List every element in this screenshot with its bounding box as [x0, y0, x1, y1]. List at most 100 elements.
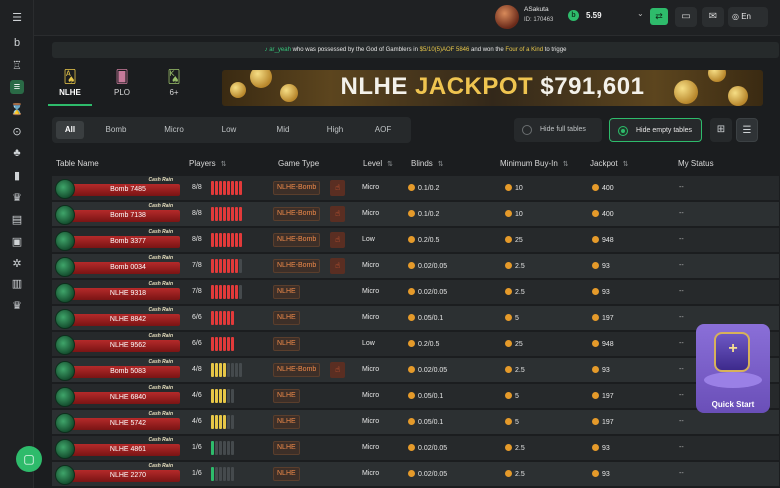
table-name-cell[interactable]: NLHE 4861 Cash Rain: [54, 437, 181, 459]
mail-button[interactable]: ✉: [702, 7, 724, 27]
wheel-icon[interactable]: ✲: [10, 256, 24, 270]
filter-all[interactable]: All: [56, 121, 84, 139]
language-button[interactable]: ◎ En: [728, 7, 768, 27]
gift-icon[interactable]: ▣: [10, 234, 24, 248]
sort-icon[interactable]: ⇅: [563, 161, 569, 168]
filter-mid[interactable]: Mid: [266, 121, 300, 139]
col-players[interactable]: Players ⇅: [189, 159, 227, 168]
col-level[interactable]: Level ⇅: [363, 159, 393, 168]
table-name: Bomb 7138: [70, 210, 180, 222]
book-icon[interactable]: ▤: [10, 212, 24, 226]
table-row[interactable]: Bomb 3377 Cash Rain 8/8 NLHE-Bomb ☝ Low 0.2/0.…: [52, 228, 779, 252]
tab-6plus[interactable]: 🂮 6+: [152, 69, 196, 101]
table-name-cell[interactable]: NLHE 2270 Cash Rain: [54, 463, 181, 485]
seat-bar: [219, 363, 222, 377]
plus-icon: +: [728, 340, 738, 357]
table-row[interactable]: Bomb 7138 Cash Rain 8/8 NLHE-Bomb ☝ Micro 0.1/…: [52, 202, 779, 226]
cash-tables-icon[interactable]: ≡: [10, 80, 24, 94]
table-row[interactable]: NLHE 9318 Cash Rain 7/8 NLHE Micro 0.02/0.05 2…: [52, 280, 779, 304]
vip-icon[interactable]: ♛: [10, 298, 24, 312]
seat-bar: [223, 467, 226, 481]
club-icon[interactable]: ♣: [10, 146, 24, 160]
my-status: --: [679, 288, 684, 295]
seat-bar: [231, 181, 234, 195]
trophy-icon[interactable]: ♖: [10, 58, 24, 72]
seat-bar: [239, 259, 242, 273]
sort-icon[interactable]: ⇅: [387, 161, 393, 168]
coin-icon: [592, 210, 599, 217]
chat-messages-button[interactable]: ▭: [675, 7, 697, 27]
ticker-user[interactable]: ar_yeah: [269, 47, 291, 53]
table-name-cell[interactable]: NLHE 9318 Cash Rain: [54, 281, 181, 303]
seat-bar: [223, 311, 226, 325]
sort-icon[interactable]: ⇅: [221, 161, 227, 168]
col-label: Game Type: [278, 159, 320, 168]
sort-icon[interactable]: ⇅: [438, 161, 444, 168]
table-row[interactable]: NLHE 9562 Cash Rain 6/6 NLHE Low 0.2/0.5 25 948…: [52, 332, 779, 356]
table-name: Bomb 7485: [70, 184, 180, 196]
table-name-cell[interactable]: Bomb 5083 Cash Rain: [54, 359, 181, 381]
globe-icon: ◎: [732, 12, 739, 21]
user-avatar[interactable]: [495, 5, 519, 29]
col-blinds[interactable]: Blinds ⇅: [411, 159, 444, 168]
coin-icon: [408, 262, 415, 269]
blinds-cell: 0.2/0.5: [408, 340, 439, 348]
grid-view-button[interactable]: ⊞: [710, 118, 732, 142]
poker-table-icon: [55, 413, 75, 433]
crown-icon[interactable]: ♛: [10, 190, 24, 204]
hide-full-tables-toggle[interactable]: Hide full tables: [514, 118, 602, 142]
cash-rain-badge: Cash Rain: [148, 437, 173, 443]
menu-icon[interactable]: ☰: [10, 10, 24, 24]
jackpot-cell: 197: [592, 392, 614, 400]
table-row[interactable]: Bomb 0034 Cash Rain 7/8 NLHE-Bomb ☝ Micro 0.02…: [52, 254, 779, 278]
tab-nlhe[interactable]: 🂡 NLHE: [48, 69, 92, 101]
player-count: 7/8: [192, 262, 202, 269]
table-name-cell[interactable]: Bomb 7485 Cash Rain: [54, 177, 181, 199]
table-row[interactable]: NLHE 5742 Cash Rain 4/6 NLHE Micro 0.05/0.1 5 1…: [52, 410, 779, 434]
support-chat-button[interactable]: ▢: [16, 446, 42, 472]
cash-rain-badge: Cash Rain: [148, 307, 173, 313]
stats-icon[interactable]: ▥: [10, 276, 24, 290]
jackpot-banner[interactable]: NLHE JACKPOT $791,601: [222, 70, 763, 106]
sort-icon[interactable]: ⇅: [623, 161, 629, 168]
table-row[interactable]: NLHE 6840 Cash Rain 4/6 NLHE Micro 0.05/0.1 5 1…: [52, 384, 779, 408]
table-name-cell[interactable]: Bomb 3377 Cash Rain: [54, 229, 181, 251]
seat-bar: [211, 337, 214, 351]
col-min-buyin[interactable]: Minimum Buy-In ⇅: [500, 159, 569, 168]
leaderboard-icon[interactable]: ▮: [10, 168, 24, 182]
filter-micro[interactable]: Micro: [152, 121, 196, 139]
table-name-cell[interactable]: NLHE 9562 Cash Rain: [54, 333, 181, 355]
table-name-cell[interactable]: Bomb 7138 Cash Rain: [54, 203, 181, 225]
hide-empty-tables-toggle[interactable]: Hide empty tables: [609, 118, 702, 142]
bomb-pot-icon: ☝: [330, 232, 345, 248]
seat-bar: [211, 441, 214, 455]
ticker-table[interactable]: $5/10(5)AOF 5846: [420, 47, 470, 53]
table-name-cell[interactable]: NLHE 6840 Cash Rain: [54, 385, 181, 407]
list-view-button[interactable]: ☰: [736, 118, 758, 142]
filter-high[interactable]: High: [314, 121, 356, 139]
filter-low[interactable]: Low: [212, 121, 246, 139]
table-name-cell[interactable]: NLHE 5742 Cash Rain: [54, 411, 181, 433]
currency-swap-button[interactable]: ⇄: [650, 8, 668, 25]
my-status: --: [679, 340, 684, 347]
filter-aof[interactable]: AOF: [366, 121, 400, 139]
tab-plo[interactable]: 🂠 PLO: [100, 69, 144, 101]
table-name-cell[interactable]: Bomb 0034 Cash Rain: [54, 255, 181, 277]
col-jackpot[interactable]: Jackpot ⇅: [590, 159, 628, 168]
chevron-down-icon[interactable]: ⌄: [637, 9, 644, 18]
jackpot-value: 93: [602, 263, 610, 270]
filter-bomb[interactable]: Bomb: [96, 121, 136, 139]
tournament-icon[interactable]: ⌛: [10, 102, 24, 116]
chips-icon[interactable]: ⊙: [10, 124, 24, 138]
table-row[interactable]: Bomb 7485 Cash Rain 8/8 NLHE-Bomb ☝ Micro 0.1/…: [52, 176, 779, 200]
jackpot-cell: 93: [592, 366, 610, 374]
table-row[interactable]: Bomb 5083 Cash Rain 4/8 NLHE-Bomb ☝ Micro 0.02…: [52, 358, 779, 382]
table-name-cell[interactable]: NLHE 8842 Cash Rain: [54, 307, 181, 329]
brand-logo-icon[interactable]: b: [10, 36, 24, 50]
table-level: Micro: [362, 288, 380, 295]
table-row[interactable]: NLHE 8842 Cash Rain 6/6 NLHE Micro 0.05/0.1 5 1…: [52, 306, 779, 330]
table-row[interactable]: NLHE 4861 Cash Rain 1/6 NLHE Micro 0.02/0.05 2…: [52, 436, 779, 460]
table-row[interactable]: NLHE 2270 Cash Rain 1/6 NLHE Micro 0.02/0.05 2…: [52, 462, 779, 486]
active-tab-indicator: [48, 104, 92, 106]
quick-start-button[interactable]: + Quick Start: [696, 324, 770, 413]
